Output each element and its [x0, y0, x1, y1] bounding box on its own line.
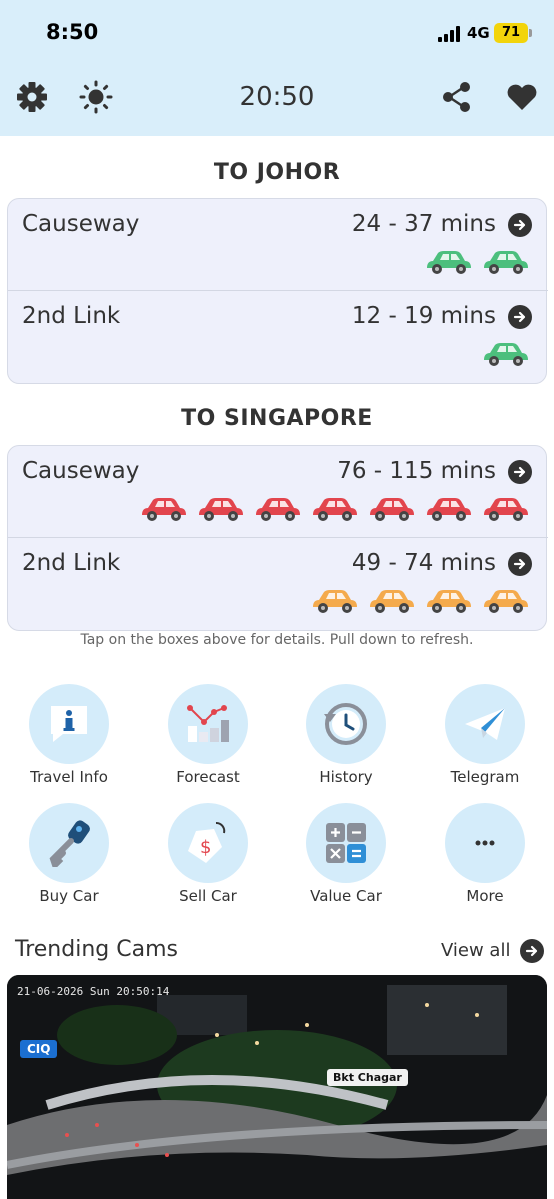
- ciq-tag: CIQ: [20, 1040, 58, 1058]
- menu-label: More: [466, 887, 504, 905]
- menu-telegram[interactable]: Telegram: [425, 684, 545, 796]
- to-singapore-title: TO SINGAPORE: [181, 406, 373, 431]
- menu-more[interactable]: More: [425, 803, 545, 915]
- menu-label: Telegram: [450, 768, 520, 786]
- route-time: 24 - 37 mins: [351, 211, 496, 237]
- car-icon: [484, 498, 528, 521]
- telegram-icon: [445, 684, 525, 764]
- car-icon: [313, 590, 357, 613]
- menu-forecast[interactable]: Forecast: [148, 684, 268, 796]
- car-icon: [427, 251, 471, 274]
- route-row[interactable]: 2nd Link 49 - 74 mins: [8, 538, 548, 630]
- info-bubble-icon: [29, 684, 109, 764]
- car-icon: [484, 343, 528, 366]
- menu-label: Travel Info: [30, 768, 108, 786]
- car-icon: [370, 498, 414, 521]
- svg-text:$: $: [200, 837, 211, 858]
- car-icon: [370, 590, 414, 613]
- menu-travel-info[interactable]: Travel Info: [9, 684, 129, 796]
- share-icon[interactable]: [440, 80, 474, 114]
- arrow-right-icon[interactable]: [520, 939, 544, 963]
- signal-icon: [438, 26, 462, 42]
- menu-label: History: [319, 768, 373, 786]
- route-time: 49 - 74 mins: [351, 550, 496, 576]
- car-icon: [142, 498, 186, 521]
- menu-label: Sell Car: [179, 887, 237, 905]
- traffic-camera-image[interactable]: 21-06-2026 Sun 20:50:14 CIQ Bkt Chagar: [7, 975, 547, 1199]
- menu-sell-car[interactable]: $ Sell Car: [148, 803, 268, 915]
- menu-label: Buy Car: [39, 887, 99, 905]
- route-row[interactable]: Causeway 24 - 37 mins: [8, 199, 548, 291]
- traffic-cars: [311, 588, 530, 614]
- route-time: 12 - 19 mins: [351, 303, 496, 329]
- car-key-icon: [29, 803, 109, 883]
- app-header: 20:50: [0, 62, 554, 136]
- menu-label: Value Car: [310, 887, 382, 905]
- car-icon: [484, 590, 528, 613]
- price-tag-icon: $: [168, 803, 248, 883]
- to-johor-card: Causeway 24 - 37 mins 2nd Link 12 - 19 m…: [7, 198, 548, 384]
- car-icon: [427, 590, 471, 613]
- status-time: 8:50: [46, 20, 99, 44]
- battery-icon: 71: [494, 23, 528, 43]
- arrow-right-icon[interactable]: [508, 460, 532, 484]
- to-johor-title: TO JOHOR: [213, 160, 341, 185]
- heart-icon[interactable]: [505, 80, 539, 114]
- car-icon: [427, 498, 471, 521]
- camera-timestamp: 21-06-2026 Sun 20:50:14: [17, 985, 170, 998]
- car-icon: [313, 498, 357, 521]
- battery-tip: [529, 29, 532, 37]
- route-time: 76 - 115 mins: [337, 458, 496, 484]
- hint-text: Tap on the boxes above for details. Pull…: [80, 632, 474, 648]
- network-type: 4G: [467, 24, 490, 42]
- status-bar: 8:50 4G 71: [0, 0, 554, 62]
- arrow-right-icon[interactable]: [508, 305, 532, 329]
- route-name: Causeway: [22, 458, 140, 484]
- car-icon: [199, 498, 243, 521]
- menu-label: Forecast: [176, 768, 240, 786]
- car-icon: [256, 498, 300, 521]
- to-singapore-card: Causeway 76 - 115 mins 2nd Link 49 - 74 …: [7, 445, 548, 631]
- location-tag: Bkt Chagar: [327, 1069, 408, 1086]
- trending-cams-title: Trending Cams: [15, 937, 178, 962]
- chart-icon: [168, 684, 248, 764]
- route-row[interactable]: 2nd Link 12 - 19 mins: [8, 291, 548, 383]
- history-icon: [306, 684, 386, 764]
- route-row[interactable]: Causeway 76 - 115 mins: [8, 446, 548, 538]
- route-name: Causeway: [22, 211, 140, 237]
- menu-history[interactable]: History: [286, 684, 406, 796]
- traffic-cars: [140, 496, 530, 522]
- traffic-cars: [425, 249, 530, 275]
- view-all-link[interactable]: View all: [441, 940, 510, 961]
- route-name: 2nd Link: [22, 550, 121, 576]
- menu-value-car[interactable]: Value Car: [286, 803, 406, 915]
- traffic-cars: [482, 341, 530, 367]
- arrow-right-icon[interactable]: [508, 213, 532, 237]
- camera-scene: [7, 975, 547, 1199]
- car-icon: [484, 251, 528, 274]
- route-name: 2nd Link: [22, 303, 121, 329]
- calculator-icon: [306, 803, 386, 883]
- more-icon: [445, 803, 525, 883]
- arrow-right-icon[interactable]: [508, 552, 532, 576]
- menu-buy-car[interactable]: Buy Car: [9, 803, 129, 915]
